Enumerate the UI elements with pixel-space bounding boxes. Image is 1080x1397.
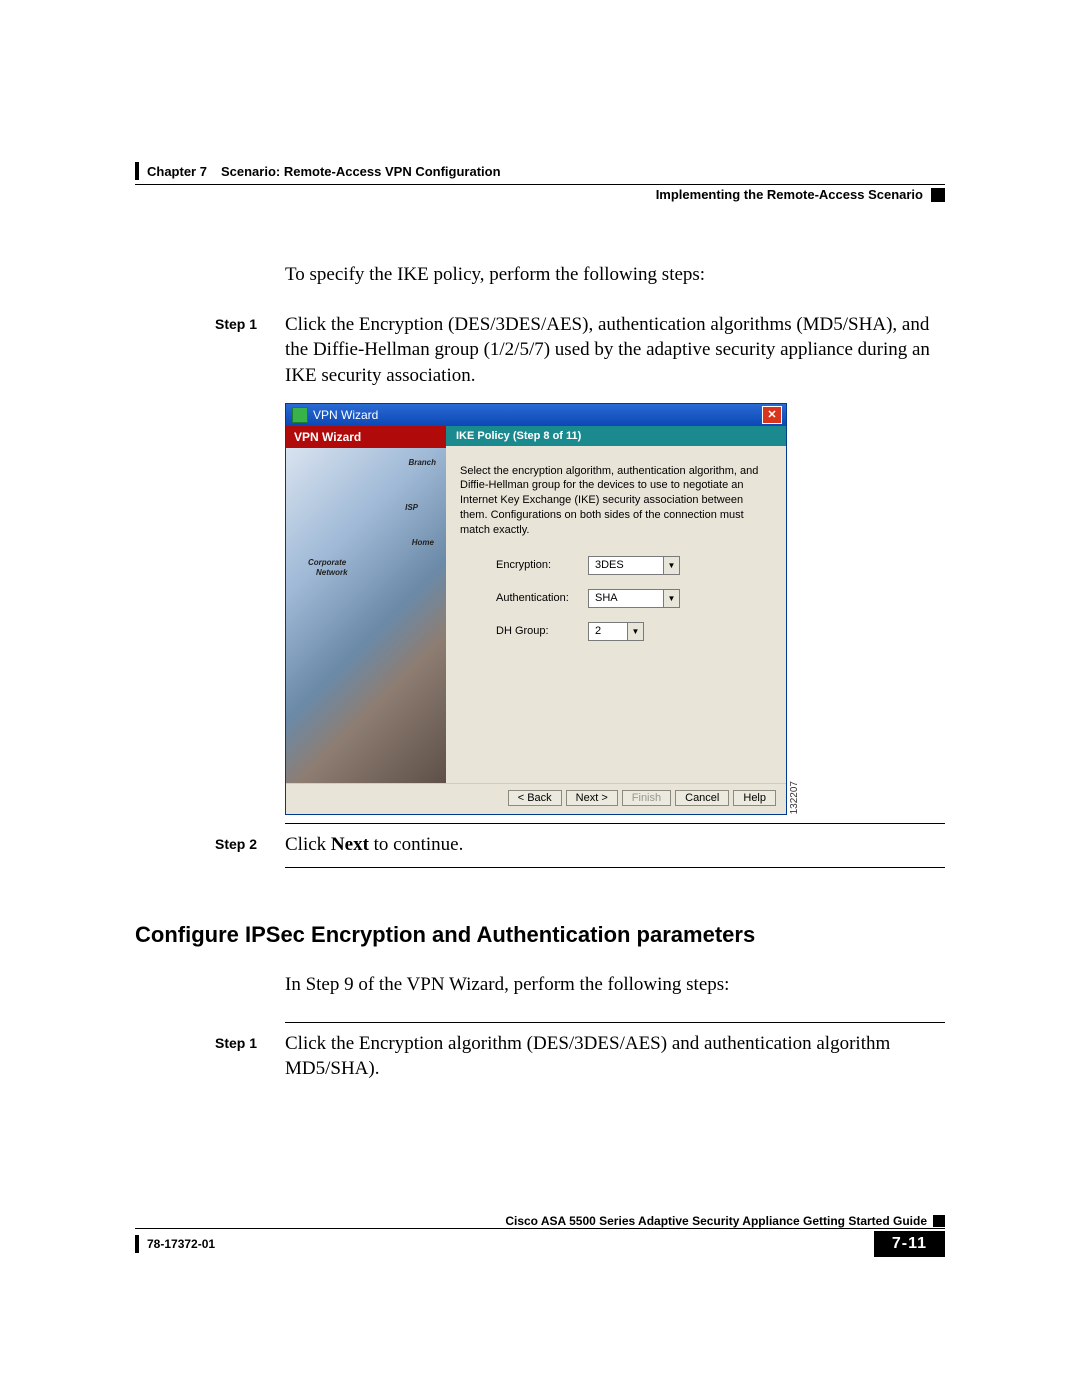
wizard-description: Select the encryption algorithm, authent… <box>446 446 786 546</box>
encryption-label: Encryption: <box>496 559 588 571</box>
step-row: Step 2 Click Next to continue. <box>215 832 945 858</box>
footer-bar-icon <box>135 1235 139 1253</box>
next-button[interactable]: Next > <box>566 790 618 806</box>
step-label: Step 1 <box>215 312 285 389</box>
footer-square-icon <box>933 1215 945 1227</box>
section-title: Implementing the Remote-Access Scenario <box>656 187 923 202</box>
wizard-sidebar-image: Branch ISP Home Corporate Network <box>286 448 446 783</box>
encryption-value: 3DES <box>589 559 663 571</box>
vpn-wizard-window: VPN Wizard ✕ VPN Wizard Branch ISP Home … <box>285 403 787 815</box>
footer-rule <box>135 1228 945 1229</box>
window-title: VPN Wizard <box>313 408 378 422</box>
tag-network: Network <box>316 568 348 577</box>
finish-button: Finish <box>622 790 671 806</box>
close-icon[interactable]: ✕ <box>762 406 782 424</box>
header-square-icon <box>931 188 945 202</box>
figure-id: 132207 <box>789 781 800 814</box>
step-row: Step 1 Click the Encryption (DES/3DES/AE… <box>215 312 945 389</box>
section-heading: Configure IPSec Encryption and Authentic… <box>135 922 945 948</box>
page-number: 7-11 <box>874 1231 945 1257</box>
chapter-title: Scenario: Remote-Access VPN Configuratio… <box>221 164 501 179</box>
app-icon <box>292 407 308 423</box>
step-divider <box>285 867 945 868</box>
step-row: Step 1 Click the Encryption algorithm (D… <box>215 1031 945 1082</box>
step-text: Click the Encryption algorithm (DES/3DES… <box>285 1031 945 1082</box>
step-label: Step 2 <box>215 832 285 858</box>
tag-home: Home <box>412 538 434 547</box>
tag-branch: Branch <box>408 458 436 467</box>
dh-group-value: 2 <box>589 625 627 637</box>
help-button[interactable]: Help <box>733 790 776 806</box>
step2-prefix: Click <box>285 834 331 855</box>
step-divider <box>285 823 945 824</box>
step2-suffix: to continue. <box>369 834 463 855</box>
header-rule <box>135 184 945 185</box>
step-divider <box>285 1022 945 1023</box>
encryption-combobox[interactable]: 3DES ▼ <box>588 556 680 575</box>
step-text: Click the Encryption (DES/3DES/AES), aut… <box>285 312 945 389</box>
vpn-wizard-figure: VPN Wizard ✕ VPN Wizard Branch ISP Home … <box>285 403 945 815</box>
wizard-sidebar-title: VPN Wizard <box>286 426 446 448</box>
header-bar-icon <box>135 162 139 180</box>
cancel-button[interactable]: Cancel <box>675 790 729 806</box>
step-text: Click Next to continue. <box>285 832 945 858</box>
chevron-down-icon[interactable]: ▼ <box>663 590 679 607</box>
step2-bold: Next <box>331 834 369 855</box>
wizard-sidebar: VPN Wizard Branch ISP Home Corporate Net… <box>286 426 446 783</box>
back-button[interactable]: < Back <box>508 790 562 806</box>
titlebar: VPN Wizard ✕ <box>286 404 786 426</box>
chevron-down-icon[interactable]: ▼ <box>663 557 679 574</box>
book-title: Cisco ASA 5500 Series Adaptive Security … <box>505 1214 927 1228</box>
wizard-button-row: < Back Next > Finish Cancel Help <box>286 783 786 814</box>
authentication-combobox[interactable]: SHA ▼ <box>588 589 680 608</box>
wizard-step-banner: IKE Policy (Step 8 of 11) <box>446 426 786 446</box>
section-intro: In Step 9 of the VPN Wizard, perform the… <box>285 972 945 998</box>
page-header: Chapter 7 Scenario: Remote-Access VPN Co… <box>135 162 945 202</box>
chapter-label: Chapter 7 <box>147 164 207 179</box>
chevron-down-icon[interactable]: ▼ <box>627 623 643 640</box>
authentication-value: SHA <box>589 592 663 604</box>
dh-group-label: DH Group: <box>496 625 588 637</box>
authentication-label: Authentication: <box>496 592 588 604</box>
doc-number: 78-17372-01 <box>147 1237 215 1251</box>
tag-corporate: Corporate <box>308 558 346 567</box>
dh-group-combobox[interactable]: 2 ▼ <box>588 622 644 641</box>
tag-isp: ISP <box>405 503 418 512</box>
intro-text: To specify the IKE policy, perform the f… <box>285 262 945 288</box>
page-footer: Cisco ASA 5500 Series Adaptive Security … <box>135 1214 945 1257</box>
step-label: Step 1 <box>215 1031 285 1082</box>
